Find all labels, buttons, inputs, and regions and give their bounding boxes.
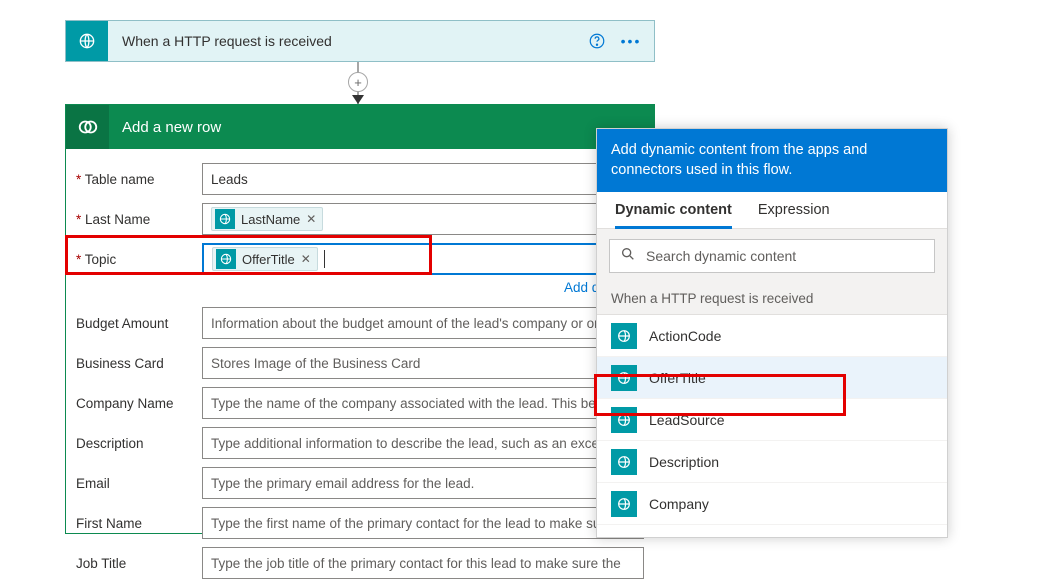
action-header[interactable]: Add a new row: [66, 105, 654, 149]
input-last-name[interactable]: LastName ✕: [202, 203, 644, 235]
remove-token-icon[interactable]: ✕: [306, 212, 316, 226]
add-step-button[interactable]: +: [348, 72, 368, 92]
trigger-title: When a HTTP request is received: [108, 33, 582, 49]
dyn-item-label: Company: [649, 496, 709, 512]
token-offertitle[interactable]: OfferTitle ✕: [212, 247, 318, 271]
label-table-name: Table name: [76, 172, 202, 187]
panel-section-label: When a HTTP request is received: [597, 283, 947, 315]
token-offertitle-text: OfferTitle: [242, 252, 295, 267]
dyn-item-leadsource[interactable]: LeadSource: [597, 399, 947, 441]
arrow-down-icon: [352, 95, 364, 104]
dyn-item-label: LeadSource: [649, 412, 725, 428]
panel-header: Add dynamic content from the apps and co…: [597, 129, 947, 192]
placeholder-company-name: Type the name of the company associated …: [211, 396, 629, 411]
label-last-name: Last Name: [76, 212, 202, 227]
action-title: Add a new row: [109, 119, 221, 136]
input-table-name[interactable]: Leads: [202, 163, 644, 195]
dyn-item-company[interactable]: Company: [597, 483, 947, 525]
input-description[interactable]: Type additional information to describe …: [202, 427, 644, 459]
label-job-title: Job Title: [76, 556, 202, 571]
label-email: Email: [76, 476, 202, 491]
help-icon[interactable]: [582, 26, 612, 56]
dyn-item-offertitle[interactable]: OfferTitle: [597, 357, 947, 399]
dyn-item-actioncode[interactable]: ActionCode: [597, 315, 947, 357]
http-token-icon: [611, 449, 637, 475]
label-first-name: First Name: [76, 516, 202, 531]
value-table-name: Leads: [211, 172, 248, 187]
input-budget-amount[interactable]: Information about the budget amount of t…: [202, 307, 644, 339]
placeholder-description: Type additional information to describe …: [211, 436, 627, 451]
http-token-icon: [611, 365, 637, 391]
input-business-card[interactable]: Stores Image of the Business Card: [202, 347, 644, 379]
input-email[interactable]: Type the primary email address for the l…: [202, 467, 644, 499]
dyn-item-label: OfferTitle: [649, 370, 706, 386]
placeholder-first-name: Type the first name of the primary conta…: [211, 516, 627, 531]
dyn-item-label: ActionCode: [649, 328, 721, 344]
label-budget-amount: Budget Amount: [76, 316, 202, 331]
placeholder-job-title: Type the job title of the primary contac…: [211, 556, 621, 571]
search-icon: [620, 246, 636, 266]
tab-dynamic-content[interactable]: Dynamic content: [615, 202, 732, 229]
input-first-name[interactable]: Type the first name of the primary conta…: [202, 507, 644, 539]
search-input[interactable]: Search dynamic content: [609, 239, 935, 273]
http-request-icon: [66, 21, 108, 61]
search-placeholder: Search dynamic content: [646, 248, 796, 264]
trigger-card[interactable]: When a HTTP request is received •••: [65, 20, 655, 62]
label-topic: Topic: [76, 252, 202, 267]
tab-expression[interactable]: Expression: [758, 202, 830, 228]
input-company-name[interactable]: Type the name of the company associated …: [202, 387, 644, 419]
placeholder-budget-amount: Information about the budget amount of t…: [211, 316, 621, 331]
text-cursor: [324, 250, 325, 268]
token-lastname-text: LastName: [241, 212, 300, 227]
more-menu-icon[interactable]: •••: [612, 26, 650, 56]
token-lastname[interactable]: LastName ✕: [211, 207, 323, 231]
dyn-item-label: Description: [649, 454, 719, 470]
dataverse-icon: [66, 105, 109, 149]
label-description: Description: [76, 436, 202, 451]
http-token-icon: [216, 249, 236, 269]
dyn-item-description[interactable]: Description: [597, 441, 947, 483]
dynamic-content-panel: Add dynamic content from the apps and co…: [596, 128, 948, 538]
placeholder-business-card: Stores Image of the Business Card: [211, 356, 420, 371]
action-card: Add a new row Table name Leads Last Name…: [65, 104, 655, 534]
http-token-icon: [611, 407, 637, 433]
input-topic[interactable]: OfferTitle ✕: [202, 243, 644, 275]
input-job-title[interactable]: Type the job title of the primary contac…: [202, 547, 644, 579]
http-token-icon: [611, 491, 637, 517]
panel-tabs: Dynamic content Expression: [597, 192, 947, 229]
http-token-icon: [215, 209, 235, 229]
http-token-icon: [611, 323, 637, 349]
label-business-card: Business Card: [76, 356, 202, 371]
remove-token-icon[interactable]: ✕: [301, 252, 311, 266]
label-company-name: Company Name: [76, 396, 202, 411]
placeholder-email: Type the primary email address for the l…: [211, 476, 474, 491]
